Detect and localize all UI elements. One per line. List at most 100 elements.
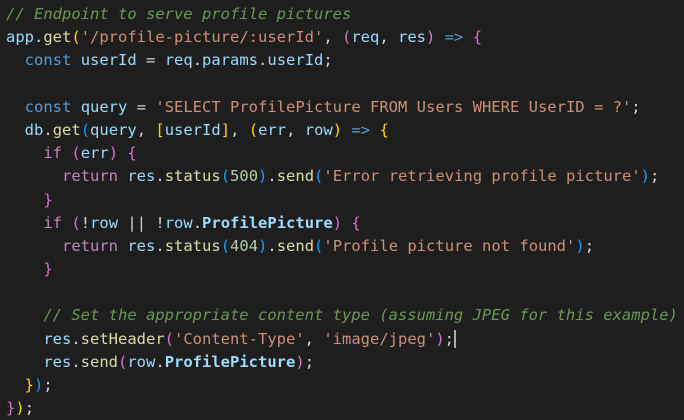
- code-token: ;: [584, 236, 595, 255]
- code-token: err: [80, 144, 109, 163]
- code-token: query: [90, 120, 137, 139]
- code-token: params: [202, 51, 259, 70]
- code-token: ;: [304, 352, 315, 371]
- code-token: =: [136, 51, 165, 70]
- code-token: res: [43, 352, 72, 371]
- code-token: status: [164, 236, 221, 255]
- code-token: ): [575, 236, 585, 255]
- code-token: 'Content-Type': [174, 329, 305, 348]
- code-token: ): [108, 144, 119, 163]
- code-line[interactable]: return res.status(500).send('Error retri…: [6, 165, 684, 188]
- code-token: if: [43, 213, 62, 232]
- code-token: }: [43, 260, 53, 279]
- code-token: ;: [444, 329, 455, 348]
- code-token: .: [267, 236, 277, 255]
- code-token: 'Profile picture not found': [323, 236, 576, 255]
- code-line[interactable]: if (!row || !row.ProfilePicture) {: [6, 212, 684, 235]
- code-token: row: [304, 120, 333, 139]
- code-token: // Endpoint to serve profile pictures: [6, 5, 352, 23]
- code-token: query: [80, 97, 128, 116]
- code-token: ;: [323, 51, 333, 70]
- code-line[interactable]: }: [6, 258, 684, 281]
- code-token: row: [127, 352, 156, 371]
- code-line[interactable]: return res.status(404).send('Profile pic…: [6, 235, 684, 258]
- code-token: 'image/jpeg': [323, 329, 436, 348]
- code-token: userId: [80, 51, 137, 70]
- code-token: 404: [230, 236, 259, 255]
- code-line[interactable]: if (err) {: [6, 142, 684, 165]
- code-token: 500: [230, 167, 259, 186]
- code-token: ;: [24, 399, 35, 418]
- code-token: .: [258, 51, 268, 70]
- code-line[interactable]: }: [6, 189, 684, 212]
- code-token: [: [155, 120, 165, 139]
- code-token: }: [24, 376, 35, 394]
- code-token: (: [220, 167, 231, 186]
- code-token: {: [472, 28, 483, 47]
- code-token: =>: [351, 120, 371, 139]
- code-token: ;: [631, 97, 641, 116]
- code-token: .: [71, 352, 81, 371]
- code-line[interactable]: const userId = req.params.userId;: [6, 49, 684, 72]
- code-token: const: [24, 97, 72, 116]
- code-line[interactable]: const query = 'SELECT ProfilePicture FRO…: [6, 96, 684, 119]
- code-line[interactable]: // Set the appropriate content type (ass…: [6, 304, 684, 327]
- code-token: db: [24, 120, 44, 139]
- code-token: ,: [286, 120, 305, 139]
- code-token: ProfilePicture: [164, 352, 296, 371]
- code-token: .: [192, 213, 203, 232]
- code-token: send: [276, 167, 315, 186]
- code-token: send: [276, 236, 315, 255]
- code-token: req: [351, 28, 380, 47]
- code-token: get: [43, 28, 72, 47]
- code-token: ): [34, 376, 44, 394]
- code-line[interactable]: app.get('/profile-picture/:userId', (req…: [6, 26, 684, 49]
- code-token: userId: [267, 51, 324, 70]
- code-token: .: [192, 51, 203, 70]
- code-line[interactable]: });: [6, 397, 684, 420]
- code-token: // Set the appropriate content type (ass…: [43, 306, 678, 325]
- code-token: !: [155, 213, 165, 232]
- code-token: =>: [444, 28, 464, 47]
- code-token: {: [351, 213, 361, 232]
- code-token: return: [62, 236, 118, 255]
- code-token: res: [43, 329, 72, 348]
- code-line[interactable]: [6, 73, 684, 96]
- code-line[interactable]: res.send(row.ProfilePicture);: [6, 351, 684, 374]
- code-line[interactable]: // Endpoint to serve profile pictures: [6, 3, 684, 26]
- code-line[interactable]: });: [6, 374, 684, 397]
- code-token: (: [71, 213, 81, 232]
- code-line[interactable]: [6, 281, 684, 304]
- code-token: const: [24, 51, 72, 70]
- code-token: .: [155, 167, 165, 186]
- code-token: (: [71, 28, 81, 47]
- code-token: ): [332, 120, 343, 139]
- code-line[interactable]: db.get(query, [userId], (err, row) => {: [6, 119, 684, 142]
- code-token: res: [127, 167, 156, 186]
- code-token: }: [43, 190, 53, 209]
- code-token: err: [258, 120, 287, 139]
- code-token: userId: [164, 120, 221, 139]
- code-token: status: [164, 167, 221, 186]
- code-token: (: [164, 329, 175, 348]
- code-token: 'Error retrieving profile picture': [323, 167, 641, 186]
- code-token: ): [15, 399, 25, 418]
- code-line[interactable]: res.setHeader('Content-Type', 'image/jpe…: [6, 328, 684, 351]
- code-editor[interactable]: // Endpoint to serve profile pictures app…: [0, 0, 684, 418]
- code-token: ,: [323, 28, 342, 47]
